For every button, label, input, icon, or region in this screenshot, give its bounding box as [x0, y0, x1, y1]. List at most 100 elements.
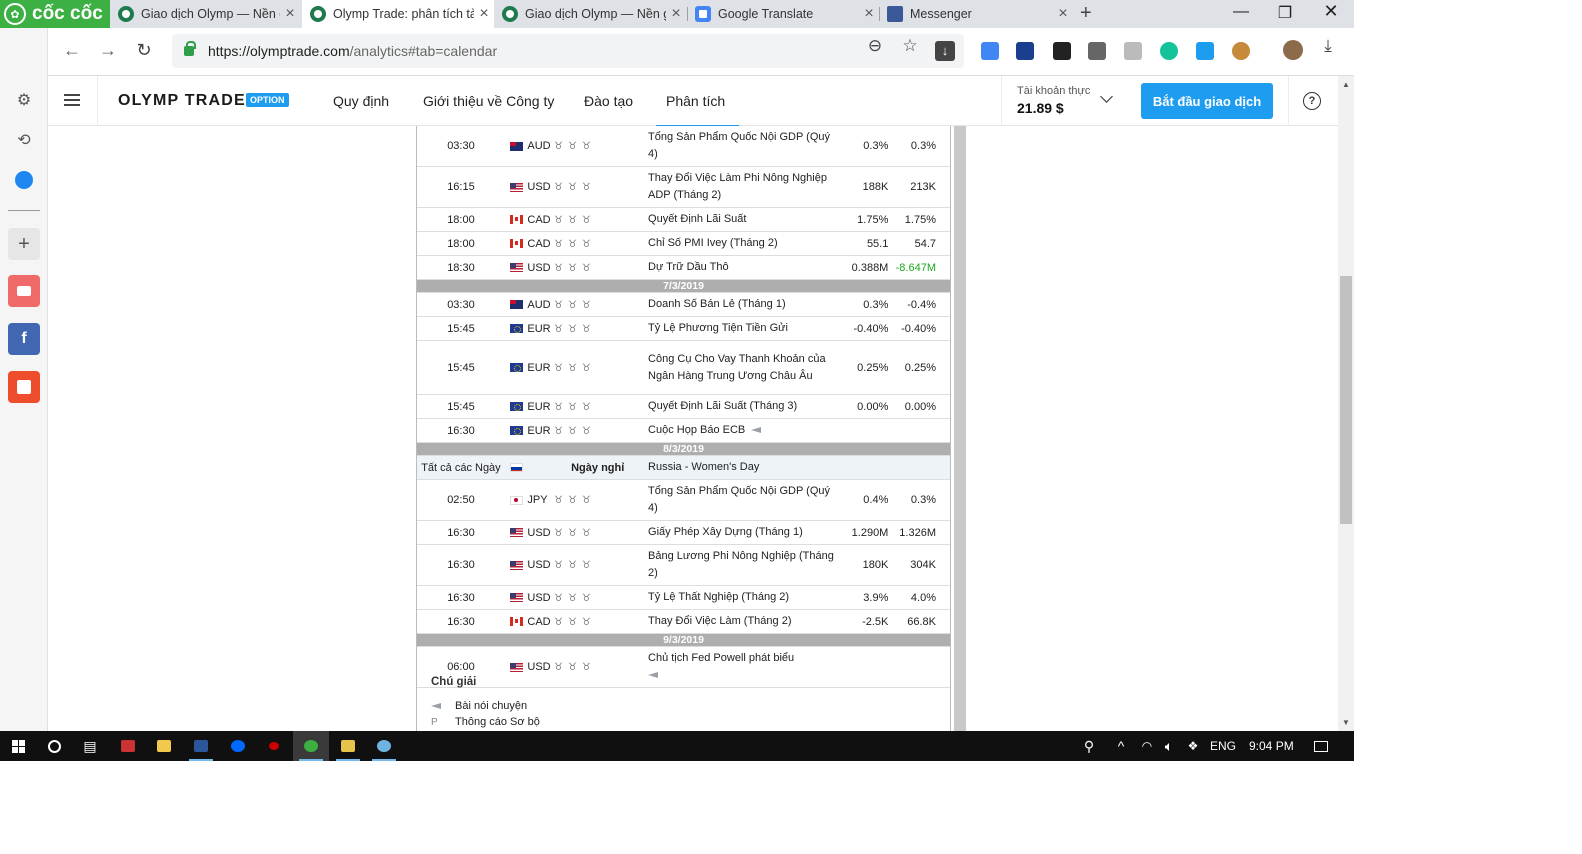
event-row[interactable]: 15:45 EUR ♉︎ ♉︎ ♉︎ Tỷ Lệ Phương Tiện Tiền Gửi…	[417, 316, 950, 341]
search-icon[interactable]	[36, 731, 72, 761]
youtube-icon[interactable]	[8, 275, 40, 307]
tab-4[interactable]: Google Translate ×	[687, 0, 879, 28]
event-row[interactable]: 16:15 USD ♉︎ ♉︎ ♉︎ Thay Đổi Việc Làm Phi Nông…	[417, 166, 950, 208]
download-page-icon[interactable]: ↓	[935, 41, 955, 61]
account-label[interactable]: Tài khoản thực	[1017, 85, 1090, 97]
new-tab-button[interactable]: +	[1080, 2, 1092, 25]
country-flag	[504, 166, 528, 208]
minimize-button[interactable]: —	[1226, 3, 1256, 21]
paint-icon[interactable]	[366, 731, 402, 761]
close-icon[interactable]: ×	[859, 5, 879, 23]
forward-button[interactable]: →	[96, 40, 120, 61]
add-shortcut-icon[interactable]: +	[8, 228, 40, 260]
tab-1[interactable]: Giao dịch Olymp — Nền g ×	[110, 0, 300, 28]
event-currency: JPY	[527, 479, 554, 521]
grammarly-icon[interactable]	[1160, 42, 1178, 60]
event-row[interactable]: 16:30 USD ♉︎ ♉︎ ♉︎ Bảng Lương Phi Nông Nghiệp…	[417, 544, 950, 586]
tab-5[interactable]: Messenger ×	[879, 0, 1073, 28]
nav-item-regulation[interactable]: Quy định	[333, 93, 389, 109]
extension-icon[interactable]	[1088, 42, 1106, 60]
cookie-icon[interactable]	[1232, 42, 1250, 60]
chevron-down-icon[interactable]	[1100, 90, 1113, 103]
word-icon[interactable]	[183, 731, 219, 761]
event-row[interactable]: 03:30 AUD ♉︎ ♉︎ ♉︎ Tổng Sản Phẩm Quốc Nội GDP…	[417, 126, 950, 167]
task-view-icon[interactable]: ▤	[72, 731, 108, 761]
bookmark-star-icon[interactable]: ☆	[899, 36, 921, 56]
scroll-up-arrow-icon[interactable]: ▲	[1342, 80, 1350, 89]
dropbox-icon[interactable]: ❖	[1178, 731, 1208, 761]
olymp-trade-logo[interactable]: OLYMP TRADE	[118, 92, 246, 110]
event-row[interactable]: 02:50 JPY ♉︎ ♉︎ ♉︎ Tổng Sản Phẩm Quốc Nội GDP…	[417, 479, 950, 521]
panel-scrollbar[interactable]	[954, 126, 966, 731]
clock[interactable]: 9:04 PM	[1249, 739, 1294, 753]
scroll-down-arrow-icon[interactable]: ▼	[1342, 718, 1350, 727]
file-explorer-icon[interactable]	[146, 731, 182, 761]
close-window-button[interactable]: ✕	[1316, 1, 1346, 22]
extension-badge-icon[interactable]	[1053, 42, 1071, 60]
nav-item-education[interactable]: Đào tạo	[584, 93, 633, 109]
event-row[interactable]: 16:30 USD ♉︎ ♉︎ ♉︎ Giấy Phép Xây Dựng (Tháng …	[417, 520, 950, 545]
app-icon[interactable]	[110, 731, 146, 761]
back-button[interactable]: ←	[60, 40, 84, 61]
profile-avatar[interactable]	[1283, 40, 1303, 60]
close-icon[interactable]: ×	[1053, 5, 1073, 23]
extension-icon[interactable]	[1016, 42, 1034, 60]
close-icon[interactable]: ×	[474, 5, 494, 23]
history-icon[interactable]: ⟲	[8, 124, 40, 156]
zalo-icon[interactable]	[220, 731, 256, 761]
tab-3[interactable]: Giao dịch Olymp — Nền g ×	[494, 0, 686, 28]
event-actual: 55.1	[837, 231, 895, 256]
close-icon[interactable]: ×	[666, 5, 686, 23]
notifications-icon[interactable]	[1306, 731, 1336, 761]
extension-drop-icon[interactable]	[1196, 42, 1214, 60]
event-row[interactable]: 15:45 EUR ♉︎ ♉︎ ♉︎ Công Cụ Cho Vay Thanh Khoả…	[417, 340, 950, 395]
event-row[interactable]: 16:30 EUR ♉︎ ♉︎ ♉︎ Cuộc Họp Báo ECB	[417, 418, 950, 443]
coccoc-menu-button[interactable]: ✿ cốc cốc	[0, 0, 110, 28]
event-forecast: 1.75%	[894, 207, 950, 232]
event-row[interactable]: 16:30 CAD ♉︎ ♉︎ ♉︎ Thay Đổi Việc Làm (Tháng 2…	[417, 609, 950, 634]
nav-item-analytics[interactable]: Phân tích	[655, 93, 740, 128]
settings-gear-icon[interactable]: ⚙	[8, 84, 40, 116]
facebook-icon[interactable]: f	[8, 323, 40, 355]
page-scrollbar[interactable]: ▲ ▼	[1338, 76, 1354, 731]
start-trading-button[interactable]: Bắt đầu giao dịch	[1141, 83, 1273, 119]
hamburger-menu-icon[interactable]	[64, 94, 80, 106]
event-row[interactable]: 16:30 USD ♉︎ ♉︎ ♉︎ Tỷ Lệ Thất Nghiệp (Tháng 2…	[417, 585, 950, 610]
zoom-icon[interactable]: ⊖	[864, 36, 886, 56]
coccoc-taskbar-icon[interactable]	[293, 731, 329, 761]
event-row[interactable]: 15:45 EUR ♉︎ ♉︎ ♉︎ Quyết Định Lãi Suất (Tháng…	[417, 394, 950, 419]
people-icon[interactable]: ⚲	[1074, 731, 1104, 761]
importance-icon: ♉︎ ♉︎ ♉︎	[553, 166, 649, 208]
messenger-icon[interactable]	[8, 164, 40, 196]
address-bar[interactable]: https://olymptrade.com /analytics#tab=ca…	[172, 34, 964, 68]
bull-icon: ♉︎	[581, 262, 592, 274]
event-row[interactable]: 18:00 CAD ♉︎ ♉︎ ♉︎ Chỉ Số PMI Ivey (Tháng 2) 5…	[417, 231, 950, 256]
holiday-row[interactable]: Tất cả các Ngày Ngày nghỉ Russia - Women's…	[417, 455, 950, 480]
extension-icon[interactable]	[1124, 42, 1142, 60]
input-language[interactable]: ENG	[1210, 739, 1236, 753]
close-icon[interactable]: ×	[280, 5, 300, 23]
shopee-icon[interactable]	[8, 371, 40, 403]
importance-icon: ♉︎ ♉︎ ♉︎	[553, 394, 649, 419]
app-icon[interactable]	[256, 731, 292, 761]
bull-icon: ♉︎	[553, 616, 564, 628]
bull-icon: ♉︎	[581, 662, 592, 673]
event-forecast: -0.4%	[894, 292, 950, 317]
downloads-icon[interactable]: ⤓	[1317, 36, 1339, 56]
windows-start-icon[interactable]	[0, 731, 36, 761]
event-row[interactable]: 18:00 CAD ♉︎ ♉︎ ♉︎ Quyết Định Lãi Suất 1.75% 1.…	[417, 207, 950, 232]
event-name: Chủ tịch Fed Powell phát biểu	[648, 646, 838, 688]
flag-eu-icon	[509, 426, 523, 436]
country-flag	[504, 340, 528, 395]
translate-extension-icon[interactable]	[981, 42, 999, 60]
maximize-button[interactable]: ❐	[1270, 3, 1300, 23]
account-balance[interactable]: 21.89 $	[1017, 100, 1064, 116]
tab-2[interactable]: Olymp Trade: phân tích tà ×	[302, 0, 494, 28]
reload-button[interactable]: ↻	[132, 40, 156, 61]
nav-item-about[interactable]: Giới thiệu về Công ty	[423, 93, 554, 109]
event-row[interactable]: 03:30 AUD ♉︎ ♉︎ ♉︎ Doanh Số Bán Lẻ (Tháng 1) 0…	[417, 292, 950, 317]
app-icon[interactable]	[330, 731, 366, 761]
scrollbar-thumb[interactable]	[1340, 276, 1352, 524]
help-icon[interactable]: ?	[1303, 92, 1321, 110]
event-row[interactable]: 18:30 USD ♉︎ ♉︎ ♉︎ Dự Trữ Dầu Thô 0.388M -8.647…	[417, 255, 950, 280]
